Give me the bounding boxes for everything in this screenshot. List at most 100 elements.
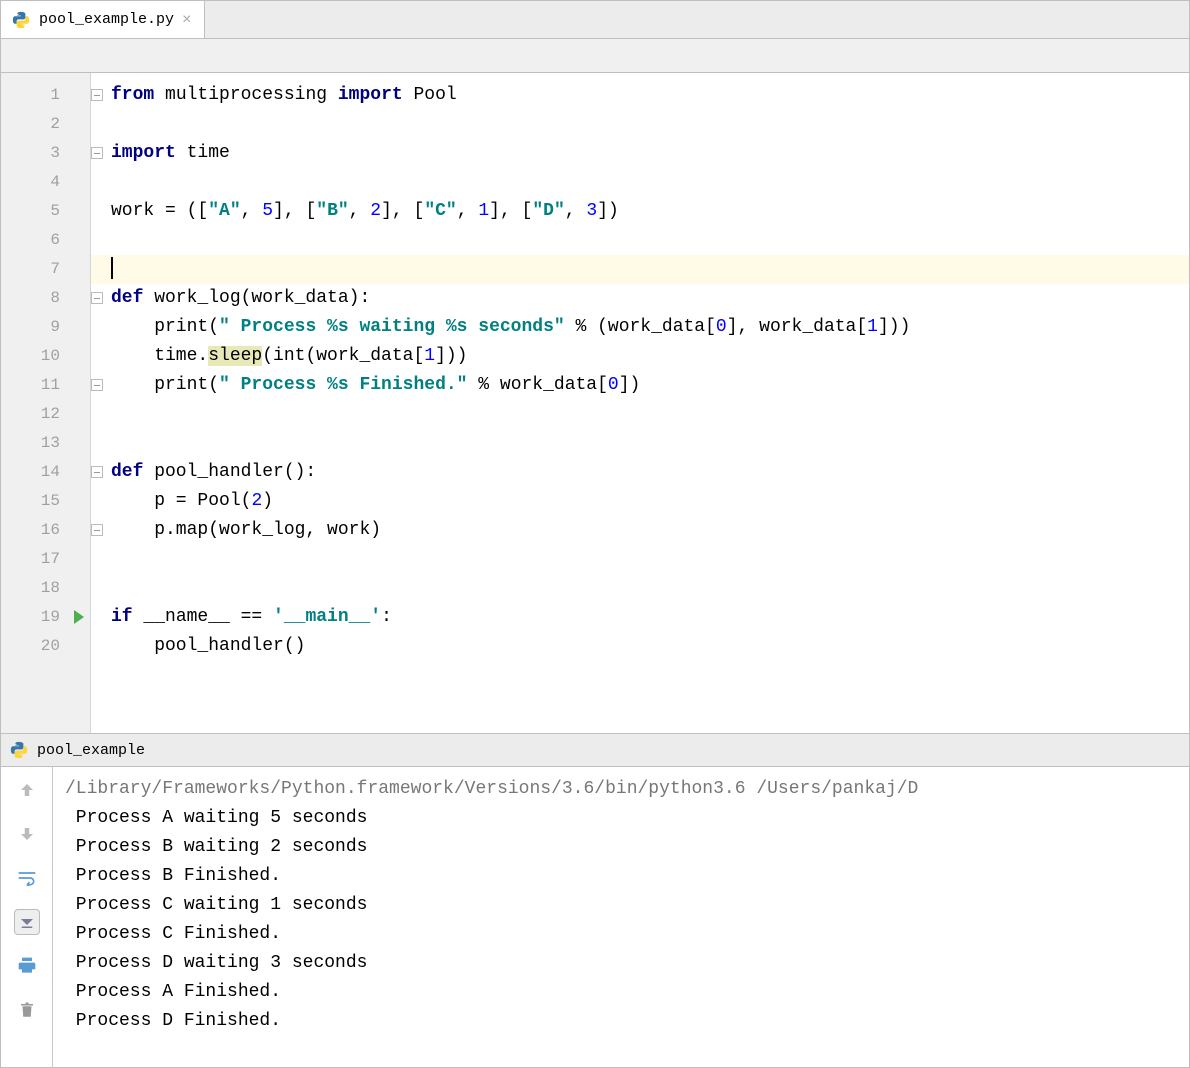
- code-token: ): [262, 491, 273, 511]
- editor-tab-bar: pool_example.py ×: [1, 1, 1189, 39]
- console-line: Process B waiting 2 seconds: [65, 833, 1177, 862]
- code-line[interactable]: [91, 110, 1189, 139]
- line-number[interactable]: 3: [1, 139, 90, 168]
- editor-tab-active[interactable]: pool_example.py ×: [1, 1, 205, 38]
- fold-handle-icon[interactable]: [91, 89, 103, 101]
- code-line[interactable]: time.sleep(int(work_data[1])): [91, 342, 1189, 371]
- code-line[interactable]: [91, 168, 1189, 197]
- code-line[interactable]: [91, 574, 1189, 603]
- code-token: 1: [478, 201, 489, 221]
- code-line[interactable]: p = Pool(2): [91, 487, 1189, 516]
- code-line[interactable]: def pool_handler():: [91, 458, 1189, 487]
- code-line[interactable]: pool_handler(): [91, 632, 1189, 661]
- fold-handle-icon[interactable]: [91, 466, 103, 478]
- line-number[interactable]: 10: [1, 342, 90, 371]
- code-token: Pool: [403, 85, 457, 105]
- code-editor[interactable]: 1234567891011121314151617181920 from mul…: [1, 73, 1189, 733]
- code-token: " Process %s waiting %s seconds": [219, 317, 565, 337]
- console-line: Process C Finished.: [65, 920, 1177, 949]
- soft-wrap-icon[interactable]: [14, 865, 40, 891]
- text-cursor: [111, 257, 113, 279]
- code-token: "D": [532, 201, 564, 221]
- line-number[interactable]: 15: [1, 487, 90, 516]
- code-token: import: [111, 143, 176, 163]
- code-token: def: [111, 462, 143, 482]
- run-config-name[interactable]: pool_example: [37, 742, 145, 759]
- console-line: Process B Finished.: [65, 862, 1177, 891]
- code-line[interactable]: print(" Process %s waiting %s seconds" %…: [91, 313, 1189, 342]
- python-run-icon: [9, 740, 29, 760]
- scroll-to-end-icon[interactable]: [14, 909, 40, 935]
- python-file-icon: [11, 10, 31, 30]
- code-token: 1: [424, 346, 435, 366]
- code-token: __name__ ==: [133, 607, 273, 627]
- code-token: ,: [565, 201, 587, 221]
- line-number[interactable]: 14: [1, 458, 90, 487]
- line-number[interactable]: 11: [1, 371, 90, 400]
- code-line[interactable]: import time: [91, 139, 1189, 168]
- console-line: Process C waiting 1 seconds: [65, 891, 1177, 920]
- code-token: 1: [867, 317, 878, 337]
- line-number[interactable]: 9: [1, 313, 90, 342]
- scroll-down-icon[interactable]: [14, 821, 40, 847]
- code-token: p.map(work_log, work): [111, 520, 381, 540]
- code-line[interactable]: def work_log(work_data):: [91, 284, 1189, 313]
- code-token: from: [111, 85, 154, 105]
- code-token: " Process %s Finished.": [219, 375, 467, 395]
- fold-handle-icon[interactable]: [91, 524, 103, 536]
- code-token: multiprocessing: [154, 85, 338, 105]
- line-number[interactable]: 19: [1, 603, 90, 632]
- code-token: ], work_data[: [727, 317, 867, 337]
- line-number[interactable]: 20: [1, 632, 90, 661]
- code-line[interactable]: if __name__ == '__main__':: [91, 603, 1189, 632]
- line-number[interactable]: 2: [1, 110, 90, 139]
- line-number[interactable]: 18: [1, 574, 90, 603]
- code-line[interactable]: print(" Process %s Finished." % work_dat…: [91, 371, 1189, 400]
- line-number[interactable]: 5: [1, 197, 90, 226]
- console-line: Process A Finished.: [65, 978, 1177, 1007]
- code-token: print(: [111, 375, 219, 395]
- scroll-up-icon[interactable]: [14, 777, 40, 803]
- code-token: ], [: [381, 201, 424, 221]
- console-line: Process A waiting 5 seconds: [65, 804, 1177, 833]
- code-line[interactable]: from multiprocessing import Pool: [91, 81, 1189, 110]
- console-line: Process D waiting 3 seconds: [65, 949, 1177, 978]
- code-line[interactable]: [91, 400, 1189, 429]
- fold-handle-icon[interactable]: [91, 379, 103, 391]
- line-number-gutter[interactable]: 1234567891011121314151617181920: [1, 73, 91, 733]
- code-line[interactable]: [91, 255, 1189, 284]
- code-token: time.: [111, 346, 208, 366]
- trash-icon[interactable]: [14, 997, 40, 1023]
- code-token: ], [: [273, 201, 316, 221]
- line-number[interactable]: 16: [1, 516, 90, 545]
- line-number[interactable]: 13: [1, 429, 90, 458]
- line-number[interactable]: 12: [1, 400, 90, 429]
- code-token: 0: [608, 375, 619, 395]
- code-token: if: [111, 607, 133, 627]
- code-area[interactable]: from multiprocessing import Pool import t…: [91, 73, 1189, 733]
- close-tab-icon[interactable]: ×: [182, 11, 192, 29]
- code-line[interactable]: [91, 545, 1189, 574]
- code-token: % work_data[: [467, 375, 607, 395]
- line-number[interactable]: 6: [1, 226, 90, 255]
- line-number[interactable]: 4: [1, 168, 90, 197]
- line-number[interactable]: 8: [1, 284, 90, 313]
- code-token: def: [111, 288, 143, 308]
- print-icon[interactable]: [14, 953, 40, 979]
- run-gutter-icon[interactable]: [74, 610, 84, 624]
- line-number[interactable]: 7: [1, 255, 90, 284]
- line-number[interactable]: 17: [1, 545, 90, 574]
- fold-handle-icon[interactable]: [91, 147, 103, 159]
- code-token: p = Pool(: [111, 491, 251, 511]
- fold-handle-icon[interactable]: [91, 292, 103, 304]
- code-token: 2: [251, 491, 262, 511]
- code-token: ]): [597, 201, 619, 221]
- code-line[interactable]: p.map(work_log, work): [91, 516, 1189, 545]
- code-token: % (work_data[: [565, 317, 716, 337]
- code-line[interactable]: work = (["A", 5], ["B", 2], ["C", 1], ["…: [91, 197, 1189, 226]
- line-number[interactable]: 1: [1, 81, 90, 110]
- code-line[interactable]: [91, 429, 1189, 458]
- console-output[interactable]: /Library/Frameworks/Python.framework/Ver…: [53, 767, 1189, 1067]
- code-token: ]): [619, 375, 641, 395]
- code-line[interactable]: [91, 226, 1189, 255]
